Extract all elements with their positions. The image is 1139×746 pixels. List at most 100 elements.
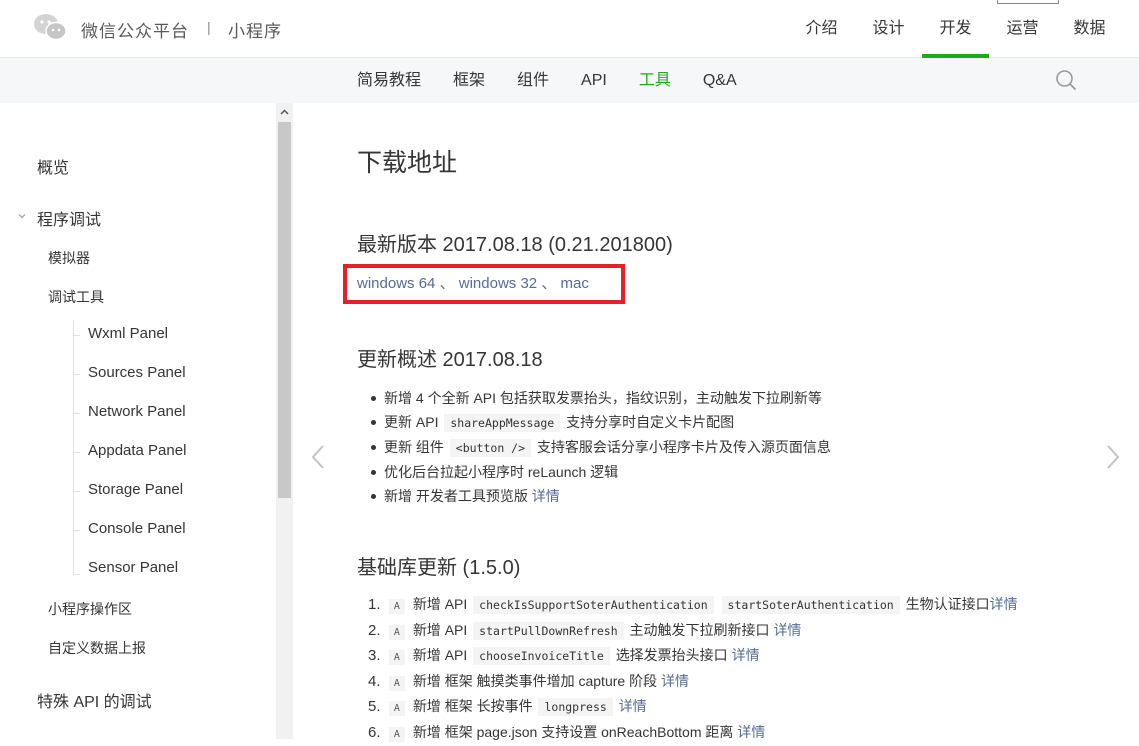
scroll-up-button[interactable] xyxy=(276,103,293,120)
summary-heading: 更新概述 2017.08.18 xyxy=(357,343,543,372)
sidebar-item-operation-area[interactable]: 小程序操作区 xyxy=(48,599,132,619)
sidebar-item-debug-tools[interactable]: 调试工具 xyxy=(48,287,104,307)
brand-sub-name[interactable]: 小程序 xyxy=(228,17,282,42)
sidebar-scrollbar[interactable] xyxy=(276,103,293,739)
chevron-left-icon[interactable] xyxy=(309,442,327,472)
tree-tick xyxy=(73,452,80,453)
sub-nav: 简易教程 框架 组件 API 工具 Q&A xyxy=(341,58,753,103)
tree-tick xyxy=(73,413,80,414)
sidebar-item-appdata-panel[interactable]: Appdata Panel xyxy=(88,442,186,459)
subnav-qa[interactable]: Q&A xyxy=(687,58,753,103)
chevron-right-icon[interactable] xyxy=(1104,442,1122,472)
nav-intro[interactable]: 介绍 xyxy=(788,0,855,58)
item-text: 新增 框架 触摸类事件增加 capture 阶段 xyxy=(413,673,657,689)
tree-tick xyxy=(73,491,80,492)
brand-separator: | xyxy=(207,19,211,35)
main-nav: 介绍 设计 开发 运营 数据 xyxy=(788,0,1139,58)
tree-tick xyxy=(73,374,80,375)
item-text: 生物认证接口 xyxy=(906,596,990,612)
sidebar-item-special-api[interactable]: 特殊 API 的调试 xyxy=(37,688,152,712)
wechat-logo-icon xyxy=(33,13,67,41)
list-item: 5. A 新增 框架 长按事件 longpress 详情 xyxy=(368,695,1018,721)
sidebar-item-console-panel[interactable]: Console Panel xyxy=(88,520,186,537)
item-number: 2. xyxy=(368,619,385,643)
details-link[interactable]: 详情 xyxy=(773,622,801,638)
scroll-thumb[interactable] xyxy=(278,122,291,498)
code-snippet: <button /> xyxy=(450,439,531,457)
item-number: 1. xyxy=(368,593,385,617)
code-snippet: startSoterAuthentication xyxy=(722,596,900,614)
sub-nav-bar: 简易教程 框架 组件 API 工具 Q&A xyxy=(0,58,1139,103)
list-item: 1. A 新增 API checkIsSupportSoterAuthentic… xyxy=(368,593,1018,619)
sidebar-item-sources-panel[interactable]: Sources Panel xyxy=(88,364,186,381)
list-item: 新增 开发者工具预览版 详情 xyxy=(371,484,831,508)
sidebar-item-network-panel[interactable]: Network Panel xyxy=(88,403,186,420)
item-text: 更新 API xyxy=(384,414,438,430)
list-item: 3. A 新增 API chooseInvoiceTitle 选择发票抬头接口 … xyxy=(368,644,1018,670)
item-text: 选择发票抬头接口 xyxy=(616,647,728,663)
code-snippet: shareAppMessage xyxy=(444,414,560,432)
nav-develop[interactable]: 开发 xyxy=(922,0,989,58)
details-link[interactable]: 详情 xyxy=(619,698,647,714)
details-link[interactable]: 详情 xyxy=(990,596,1018,612)
change-tag: A xyxy=(389,625,405,640)
item-text: 新增 API xyxy=(413,622,467,638)
change-tag: A xyxy=(389,727,405,742)
nav-design[interactable]: 设计 xyxy=(855,0,922,58)
list-item: 4. A 新增 框架 触摸类事件增加 capture 阶段 详情 xyxy=(368,670,1018,696)
top-header: 微信公众平台 | 小程序 介绍 设计 开发 运营 数据 xyxy=(0,0,1139,58)
list-item: 更新 组件 <button /> 支持客服会话分享小程序卡片及传入源页面信息 xyxy=(371,435,831,460)
item-text: 更新 组件 xyxy=(384,439,444,455)
change-tag: A xyxy=(389,676,405,691)
library-update-heading: 基础库更新 (1.5.0) xyxy=(357,551,520,580)
subnav-api[interactable]: API xyxy=(565,58,623,103)
chevron-up-icon xyxy=(280,109,289,115)
list-item: 新增 4 个全新 API 包括获取发票抬头，指纹识别，主动触发下拉刷新等 xyxy=(371,386,831,410)
item-text: 新增 框架 page.json 支持设置 onReachBottom 距离 xyxy=(413,724,734,740)
subnav-components[interactable]: 组件 xyxy=(501,58,565,103)
item-text: 新增 4 个全新 API 包括获取发票抬头，指纹识别，主动触发下拉刷新等 xyxy=(384,390,822,406)
subnav-tutorial[interactable]: 简易教程 xyxy=(341,58,437,103)
details-link[interactable]: 详情 xyxy=(532,488,560,504)
sidebar-item-sensor-panel[interactable]: Sensor Panel xyxy=(88,559,178,576)
subnav-tools[interactable]: 工具 xyxy=(623,58,687,103)
item-text: 主动触发下拉刷新接口 xyxy=(630,622,770,638)
item-text: 新增 框架 长按事件 xyxy=(413,698,533,714)
sidebar-item-wxml-panel[interactable]: Wxml Panel xyxy=(88,325,168,342)
details-link[interactable]: 详情 xyxy=(661,673,689,689)
change-tag: A xyxy=(389,701,405,716)
code-snippet: longpress xyxy=(538,698,612,716)
sidebar-item-storage-panel[interactable]: Storage Panel xyxy=(88,481,183,498)
details-link[interactable]: 详情 xyxy=(732,647,760,663)
tree-tick xyxy=(73,574,80,575)
details-link[interactable]: 详情 xyxy=(737,724,765,740)
nav-data[interactable]: 数据 xyxy=(1056,0,1123,58)
sidebar-item-custom-report[interactable]: 自定义数据上报 xyxy=(48,638,146,658)
list-item: 2. A 新增 API startPullDownRefresh 主动触发下拉刷… xyxy=(368,619,1018,645)
sidebar-item-debug[interactable]: 程序调试 xyxy=(37,206,101,230)
code-snippet: chooseInvoiceTitle xyxy=(473,647,610,665)
tree-tick xyxy=(73,335,80,336)
subnav-framework[interactable]: 框架 xyxy=(437,58,501,103)
sidebar-item-simulator[interactable]: 模拟器 xyxy=(48,248,90,268)
item-text: 优化后台拉起小程序时 reLaunch 逻辑 xyxy=(384,464,618,480)
list-item: 6. A 新增 框架 page.json 支持设置 onReachBottom … xyxy=(368,721,1018,746)
page-title: 下载地址 xyxy=(357,143,457,179)
summary-list: 新增 4 个全新 API 包括获取发票抬头，指纹识别，主动触发下拉刷新等 更新 … xyxy=(371,386,831,508)
search-icon[interactable] xyxy=(1055,69,1077,91)
latest-version-heading: 最新版本 2017.08.18 (0.21.201800) xyxy=(357,228,673,257)
item-number: 4. xyxy=(368,670,385,694)
item-text: 新增 API xyxy=(413,647,467,663)
item-text: 支持分享时自定义卡片配图 xyxy=(566,414,734,430)
item-text: 新增 API xyxy=(413,596,467,612)
brand-name[interactable]: 微信公众平台 xyxy=(81,17,189,42)
item-number: 5. xyxy=(368,695,385,719)
item-number: 3. xyxy=(368,644,385,668)
change-tag: A xyxy=(389,599,405,614)
library-changes-list: 1. A 新增 API checkIsSupportSoterAuthentic… xyxy=(368,593,1018,746)
nav-operate[interactable]: 运营 xyxy=(989,0,1056,58)
sidebar-item-overview[interactable]: 概览 xyxy=(37,154,69,178)
chevron-down-icon[interactable] xyxy=(17,211,27,221)
code-snippet: checkIsSupportSoterAuthentication xyxy=(473,596,713,614)
main-content: 下载地址 最新版本 2017.08.18 (0.21.201800) windo… xyxy=(293,103,1139,739)
